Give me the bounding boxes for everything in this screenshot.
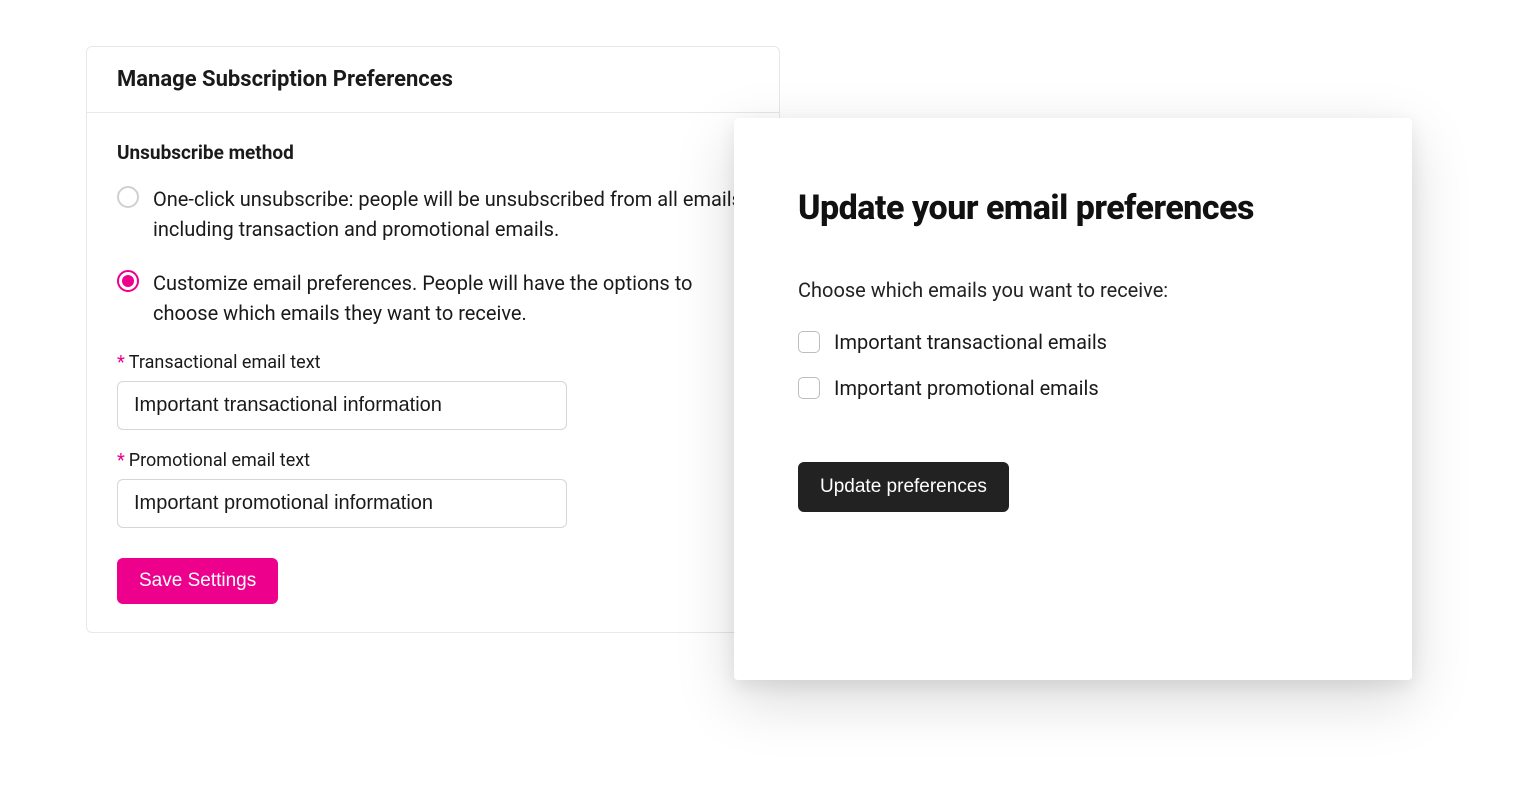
unsubscribe-method-label: Unsubscribe method (117, 141, 749, 164)
transactional-email-label-text: Transactional email text (129, 352, 321, 373)
email-preferences-preview-card: Update your email preferences Choose whi… (734, 118, 1412, 680)
radio-icon (117, 186, 139, 208)
checkbox-transactional-emails[interactable]: Important transactional emails (798, 330, 1348, 354)
settings-header: Manage Subscription Preferences (87, 47, 779, 113)
field-label: *Promotional email text (117, 450, 749, 471)
save-settings-button[interactable]: Save Settings (117, 558, 278, 604)
checkbox-label: Important transactional emails (834, 330, 1107, 354)
required-asterisk-icon: * (117, 352, 125, 373)
promotional-email-label-text: Promotional email text (129, 450, 310, 471)
promotional-email-field-group: *Promotional email text (117, 450, 749, 528)
preview-subtitle: Choose which emails you want to receive: (798, 278, 1348, 302)
preview-title: Update your email preferences (798, 188, 1348, 228)
transactional-email-input[interactable] (117, 381, 567, 430)
update-preferences-button[interactable]: Update preferences (798, 462, 1009, 512)
checkbox-icon (798, 377, 820, 399)
radio-label: One-click unsubscribe: people will be un… (153, 184, 749, 244)
field-label: *Transactional email text (117, 352, 749, 373)
radio-customize-preferences[interactable]: Customize email preferences. People will… (117, 268, 749, 328)
checkbox-label: Important promotional emails (834, 376, 1099, 400)
checkbox-icon (798, 331, 820, 353)
settings-body: Unsubscribe method One-click unsubscribe… (87, 113, 779, 632)
radio-one-click-unsubscribe[interactable]: One-click unsubscribe: people will be un… (117, 184, 749, 244)
settings-title: Manage Subscription Preferences (117, 67, 749, 92)
radio-label: Customize email preferences. People will… (153, 268, 749, 328)
checkbox-promotional-emails[interactable]: Important promotional emails (798, 376, 1348, 400)
radio-icon (117, 270, 139, 292)
promotional-email-input[interactable] (117, 479, 567, 528)
subscription-settings-panel: Manage Subscription Preferences Unsubscr… (86, 46, 780, 633)
required-asterisk-icon: * (117, 450, 125, 471)
transactional-email-field-group: *Transactional email text (117, 352, 749, 430)
